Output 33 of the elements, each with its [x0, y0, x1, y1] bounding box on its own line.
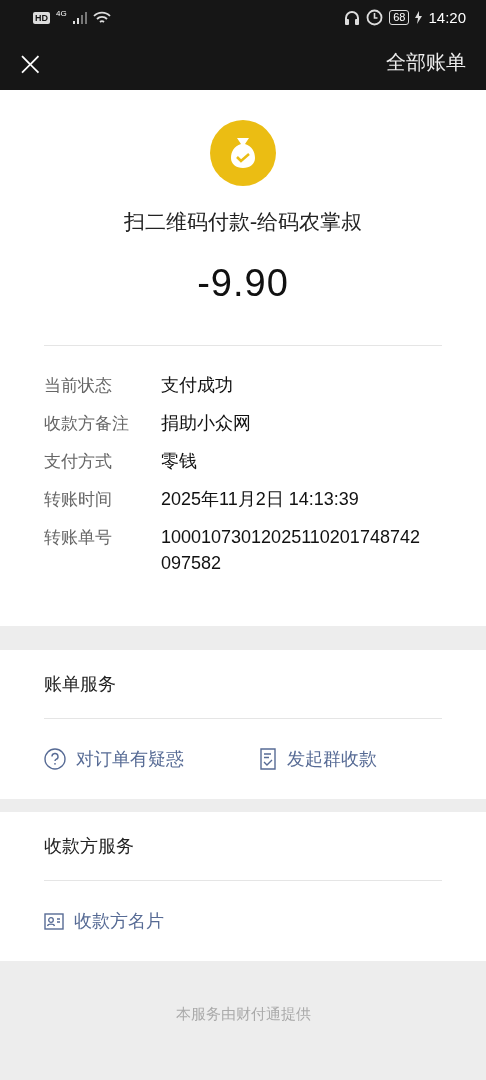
detail-value: 2025年11月2日 14:13:39 [161, 488, 360, 511]
payment-amount: -9.90 [197, 262, 289, 305]
detail-value: 支付成功 [161, 374, 234, 397]
detail-value: 10001073012025110201748742097582 [161, 526, 421, 575]
close-button[interactable]: × [12, 45, 49, 80]
service-link[interactable]: 对订单有疑惑 [44, 747, 219, 771]
clock-icon [366, 9, 384, 26]
detail-label: 转账时间 [44, 488, 113, 511]
detail-value: 捐助小众网 [161, 412, 252, 435]
contact-card-icon [44, 912, 64, 930]
section-title: 账单服务 [44, 650, 442, 719]
signal-icon [72, 11, 87, 24]
service-link[interactable]: 收款方名片 [44, 909, 219, 933]
battery-icon: 68 [389, 10, 410, 25]
all-bills-link[interactable]: 全部账单 [386, 49, 466, 76]
charging-icon [415, 11, 423, 24]
wifi-icon [92, 10, 111, 25]
question-icon [44, 748, 66, 770]
service-link[interactable]: 发起群收款 [259, 747, 434, 771]
detail-label: 支付方式 [44, 450, 113, 473]
clock-time: 14:20 [428, 9, 466, 26]
section-title: 收款方服务 [44, 812, 442, 881]
receipt-icon [259, 748, 277, 770]
headphones-icon [344, 9, 361, 26]
money-bag-icon [210, 120, 276, 186]
detail-label: 收款方备注 [44, 412, 130, 435]
detail-label: 当前状态 [44, 374, 113, 397]
network-label: 4G [56, 9, 67, 18]
detail-label: 转账单号 [44, 526, 113, 549]
detail-value: 零钱 [161, 450, 198, 473]
footer-note: 本服务由财付通提供 [174, 1005, 312, 1024]
payment-title: 扫二维码付款-给码农掌叔 [123, 209, 363, 236]
hd-icon: HD [33, 11, 50, 24]
